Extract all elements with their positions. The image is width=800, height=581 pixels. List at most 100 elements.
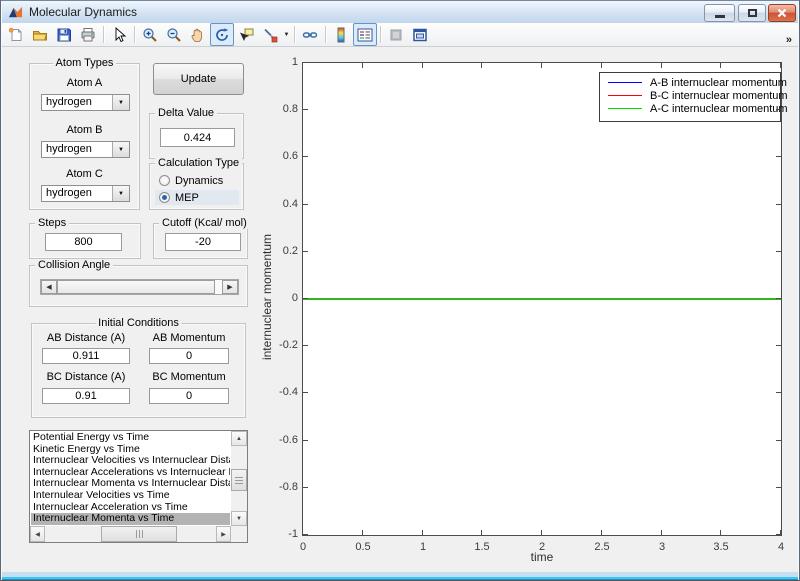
legend-label: A-B internuclear momentum <box>650 76 787 89</box>
x-tick <box>601 63 602 68</box>
y-tick-label: 0.8 <box>282 103 298 115</box>
maximize-icon <box>747 9 757 17</box>
scroll-down-arrow[interactable]: ▼ <box>231 511 247 526</box>
ab-momentum-field[interactable]: 0 <box>149 348 229 364</box>
hide-plot-tools-icon <box>390 29 402 40</box>
atom-a-dropdown[interactable]: hydrogen ▼ <box>41 94 130 111</box>
link-plot-button[interactable] <box>298 23 322 46</box>
steps-field[interactable]: 800 <box>45 233 122 251</box>
legend-entry: A-B internuclear momentum <box>600 76 787 89</box>
new-figure-button[interactable] <box>4 23 28 46</box>
radio-row-mep[interactable]: MEP <box>155 190 239 205</box>
radio-mep-icon[interactable] <box>159 192 170 203</box>
insert-colorbar-button[interactable] <box>329 23 353 46</box>
ab-distance-field[interactable]: 0.911 <box>42 348 130 364</box>
collision-angle-slider[interactable]: ◀ ▶ <box>40 279 239 295</box>
close-button[interactable] <box>768 4 796 22</box>
plot-legend[interactable]: A-B internuclear momentum B-C internuclea… <box>599 72 788 122</box>
slider-track[interactable] <box>215 280 222 294</box>
update-button[interactable]: Update <box>153 63 244 95</box>
y-tick <box>303 62 308 63</box>
dropdown-arrow-icon[interactable]: ▼ <box>112 95 129 110</box>
atom-b-label: Atom B <box>66 124 103 136</box>
scroll-right-arrow[interactable]: ▶ <box>216 526 231 542</box>
listbox-hscrollbar[interactable]: ◀ ▶ <box>30 526 231 542</box>
ab-distance-label: AB Distance (A) <box>46 332 126 344</box>
bc-momentum-field[interactable]: 0 <box>149 388 229 404</box>
x-tick <box>661 530 662 535</box>
save-figure-button[interactable] <box>52 23 76 46</box>
atom-c-dropdown[interactable]: hydrogen ▼ <box>41 185 130 202</box>
rotate-3d-button[interactable] <box>210 23 234 46</box>
edit-plot-button[interactable] <box>107 23 131 46</box>
maximize-button[interactable] <box>738 4 766 22</box>
y-tick-label: 1 <box>291 56 298 68</box>
radio-dynamics-icon[interactable] <box>159 175 170 186</box>
atom-types-title: Atom Types <box>52 57 117 69</box>
cutoff-field[interactable]: -20 <box>165 233 241 251</box>
listbox-vscrollbar[interactable]: ▲ ▼ <box>231 431 247 526</box>
brush-dropdown-icon: ▼ <box>283 31 290 38</box>
legend-entry: A-C internuclear momentum <box>600 102 788 115</box>
atom-c-label: Atom C <box>66 168 103 180</box>
print-figure-button[interactable] <box>76 23 100 46</box>
atom-b-dropdown[interactable]: hydrogen ▼ <box>41 141 130 158</box>
hscroll-thumb[interactable] <box>101 526 177 542</box>
bc-distance-field[interactable]: 0.91 <box>42 388 130 404</box>
bc-momentum-label: BC Momentum <box>152 371 226 383</box>
y-tick <box>776 204 781 205</box>
bc-distance-label: BC Distance (A) <box>46 371 126 383</box>
x-tick <box>601 530 602 535</box>
open-file-button[interactable] <box>28 23 52 46</box>
toolbar-separator <box>294 26 295 43</box>
listbox-items: Potential Energy vs Time Kinetic Energy … <box>31 432 230 525</box>
y-tick <box>303 204 308 205</box>
insert-colorbar-icon <box>337 27 345 42</box>
dropdown-arrow-icon[interactable]: ▼ <box>112 142 129 157</box>
radio-row-dynamics[interactable]: Dynamics <box>155 173 239 188</box>
collision-angle-title: Collision Angle <box>35 259 114 271</box>
brush-data-button[interactable] <box>258 23 282 46</box>
toolbar-overflow-button[interactable]: » <box>786 34 792 46</box>
plot-axes[interactable]: A-B internuclear momentum B-C internuclea… <box>279 56 788 553</box>
minimize-icon <box>714 15 725 18</box>
x-tick <box>481 63 482 68</box>
calculation-type-title: Calculation Type <box>155 157 243 169</box>
steps-title: Steps <box>35 217 70 229</box>
x-tick <box>422 63 423 68</box>
brush-dropdown-button[interactable]: ▼ <box>282 24 291 45</box>
show-plot-tools-dock-button[interactable] <box>408 23 432 46</box>
minimize-button[interactable] <box>704 4 735 22</box>
insert-legend-button[interactable] <box>353 23 377 46</box>
y-tick <box>303 534 308 535</box>
toolbar-separator <box>134 26 135 43</box>
scroll-up-arrow[interactable]: ▲ <box>231 431 247 446</box>
vscroll-thumb[interactable] <box>231 469 247 491</box>
list-item[interactable]: Internulear Velocities vs Time <box>31 489 230 502</box>
atom-types-panel: Atom Types Atom A hydrogen ▼ Atom B hydr… <box>29 57 140 210</box>
plot-type-listbox[interactable]: Potential Energy vs Time Kinetic Energy … <box>29 430 248 543</box>
new-figure-icon <box>8 27 22 41</box>
slider-thumb[interactable] <box>57 280 215 294</box>
zoom-in-button[interactable] <box>138 23 162 46</box>
zoom-out-button[interactable] <box>162 23 186 46</box>
x-tick <box>720 530 721 535</box>
slider-left-arrow[interactable]: ◀ <box>41 280 57 294</box>
x-tick <box>720 63 721 68</box>
title-bar[interactable]: Molecular Dynamics <box>1 1 799 23</box>
scroll-left-arrow[interactable]: ◀ <box>30 526 45 542</box>
zoom-out-icon <box>167 27 181 42</box>
slider-right-arrow[interactable]: ▶ <box>222 280 238 294</box>
list-item[interactable]: Potential Energy vs Time <box>31 432 230 444</box>
dropdown-arrow-icon[interactable]: ▼ <box>112 186 129 201</box>
delta-value-field[interactable]: 0.424 <box>160 128 235 147</box>
pan-button[interactable] <box>186 23 210 46</box>
hide-plot-tools-button[interactable] <box>384 23 408 46</box>
y-axis-label: internuclear momentum <box>260 233 274 361</box>
y-tick <box>776 156 781 157</box>
data-cursor-button[interactable] <box>234 23 258 46</box>
atom-b-value: hydrogen <box>46 143 92 155</box>
y-tick <box>303 487 308 488</box>
x-tick <box>661 63 662 68</box>
list-item[interactable]: Internuclear Momenta vs Time <box>31 513 230 525</box>
